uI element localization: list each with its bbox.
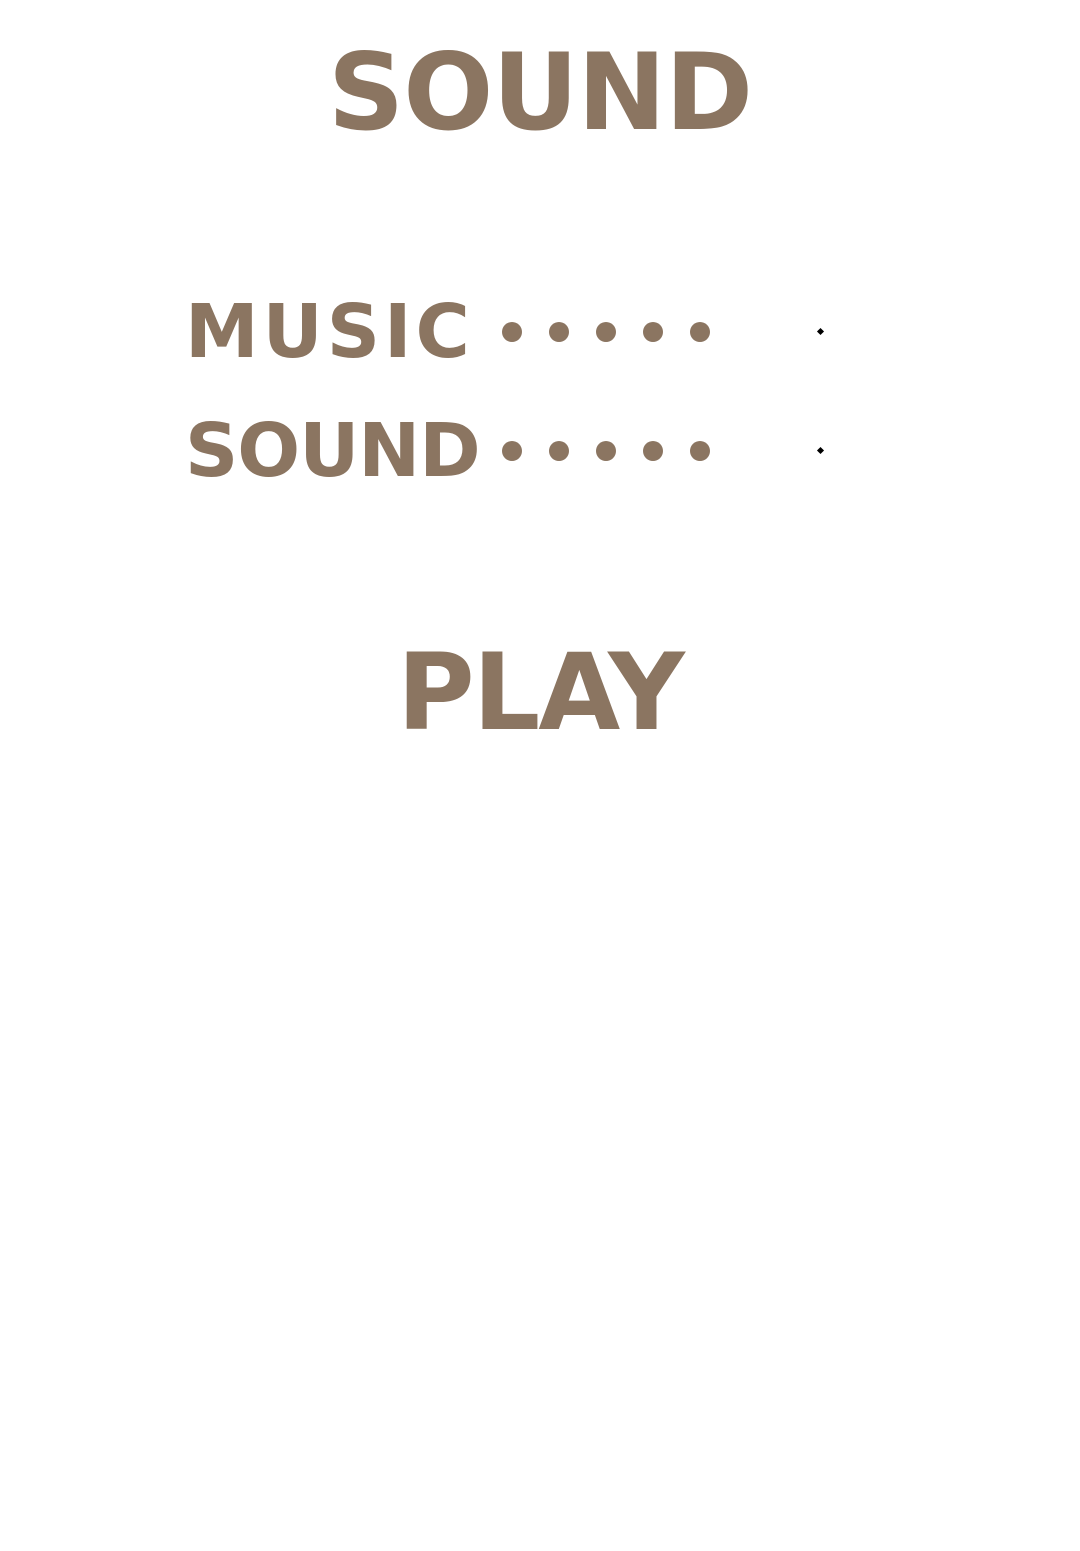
sound-volume-marker[interactable] bbox=[816, 446, 825, 455]
sound-volume-dot[interactable] bbox=[549, 441, 569, 461]
music-volume-dot[interactable] bbox=[502, 322, 522, 342]
play-button[interactable]: PLAY bbox=[0, 640, 1080, 746]
sound-volume-dots[interactable] bbox=[502, 441, 710, 461]
sound-volume-dot[interactable] bbox=[502, 441, 522, 461]
sound-label: SOUND bbox=[185, 408, 481, 494]
music-volume-dot[interactable] bbox=[690, 322, 710, 342]
music-volume-marker[interactable] bbox=[816, 327, 825, 336]
music-volume-dot[interactable] bbox=[549, 322, 569, 342]
music-setting-row: MUSIC bbox=[185, 292, 885, 372]
sound-setting-row: SOUND bbox=[185, 411, 885, 491]
sound-volume-dot[interactable] bbox=[596, 441, 616, 461]
sound-volume-dot[interactable] bbox=[643, 441, 663, 461]
music-volume-dot[interactable] bbox=[596, 322, 616, 342]
music-volume-dot[interactable] bbox=[643, 322, 663, 342]
sound-volume-dot[interactable] bbox=[690, 441, 710, 461]
settings-title: SOUND bbox=[327, 31, 753, 154]
music-label: MUSIC bbox=[185, 289, 474, 375]
music-volume-dots[interactable] bbox=[502, 322, 710, 342]
